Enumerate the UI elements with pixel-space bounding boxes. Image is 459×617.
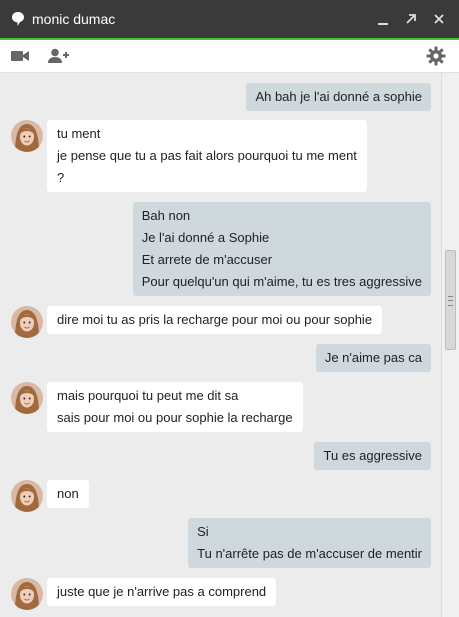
message-text: Tu n'arrête pas de m'accuser de mentir	[197, 546, 422, 561]
message-bubble: non	[47, 480, 89, 508]
message-bubble: Tu es aggressive	[314, 442, 431, 470]
message-bubble: Ah bah je l'ai donné a sophie	[246, 83, 431, 111]
message-text: Ah bah je l'ai donné a sophie	[255, 89, 422, 104]
chat-toolbar	[0, 40, 459, 73]
received-message: mais pourquoi tu peut me dit sa sais pour…	[0, 382, 441, 432]
add-person-icon	[48, 48, 69, 63]
message-text: tu ment	[57, 126, 101, 141]
message-bubble: Si Tu n'arrête pas de m'accuser de mentir	[188, 518, 431, 568]
message-text: Bah non	[141, 208, 191, 223]
message-text: juste que je n'arrive pas a comprend	[57, 584, 267, 599]
message-bubble: Je n'aime pas ca	[315, 344, 431, 372]
sent-message: Si Tu n'arrête pas de m'accuser de mentir	[0, 518, 441, 568]
message-bubble: juste que je n'arrive pas a comprend	[47, 578, 277, 606]
received-message: dire moi tu as pris la recharge pour moi…	[0, 306, 441, 338]
chat-window: monic dumac Ah bah je l'ai donné a sophi…	[0, 0, 459, 617]
minimize-icon	[378, 23, 388, 25]
message-bubble: dire moi tu as pris la recharge pour moi…	[47, 306, 383, 334]
sent-message: Tu es aggressive	[0, 442, 441, 470]
close-button[interactable]	[430, 9, 448, 29]
message-text: dire moi tu as pris la recharge pour moi…	[57, 312, 373, 327]
popout-button[interactable]	[402, 9, 420, 29]
minimize-button[interactable]	[374, 9, 392, 29]
received-message: non	[0, 480, 441, 512]
title-bar: monic dumac	[0, 0, 459, 40]
close-icon	[434, 14, 444, 24]
sent-message: Je n'aime pas ca	[0, 344, 441, 372]
avatar[interactable]	[11, 480, 43, 512]
avatar[interactable]	[11, 578, 43, 610]
message-text: Et arrete de m'accuser	[141, 252, 273, 267]
contact-name: monic dumac	[32, 11, 116, 27]
avatar[interactable]	[11, 120, 43, 152]
message-text: non	[57, 486, 79, 501]
message-text: Si	[197, 524, 209, 539]
message-bubble: tu ment je pense que tu a pas fait alors …	[47, 120, 367, 192]
settings-button[interactable]	[424, 44, 448, 68]
message-text: Tu es aggressive	[323, 448, 422, 463]
message-text: je pense que tu a pas fait alors pourquo…	[57, 148, 357, 163]
avatar[interactable]	[11, 306, 43, 338]
gear-icon	[426, 46, 446, 66]
add-person-button[interactable]	[46, 44, 70, 68]
video-camera-icon	[11, 51, 29, 61]
received-message: juste que je n'arrive pas a comprend	[0, 578, 441, 610]
message-text: Pour quelqu'un qui m'aime, tu es tres ag…	[141, 274, 422, 289]
message-text: ?	[57, 170, 65, 185]
sent-message: Ah bah je l'ai donné a sophie	[0, 83, 441, 111]
speech-bubble-icon	[11, 11, 25, 27]
received-message: tu ment je pense que tu a pas fait alors …	[0, 120, 441, 192]
message-text: Je l'ai donné a Sophie	[141, 230, 270, 245]
message-bubble: Bah non Je l'ai donné a Sophie Et arrete d…	[132, 202, 431, 296]
scrollbar-thumb[interactable]	[445, 250, 456, 350]
scrollbar[interactable]	[441, 73, 459, 617]
message-text: mais pourquoi tu peut me dit sa	[57, 388, 239, 403]
popout-arrow-icon	[406, 14, 416, 24]
sent-message: Bah non Je l'ai donné a Sophie Et arrete d…	[0, 202, 441, 296]
message-text: Je n'aime pas ca	[324, 350, 422, 365]
message-text: sais pour moi ou pour sophie la recharge	[57, 410, 293, 425]
avatar[interactable]	[11, 382, 43, 414]
message-bubble: mais pourquoi tu peut me dit sa sais pour…	[47, 382, 303, 432]
video-call-button[interactable]	[8, 44, 32, 68]
message-list[interactable]: Ah bah je l'ai donné a sophie tu ment je p…	[0, 73, 441, 617]
